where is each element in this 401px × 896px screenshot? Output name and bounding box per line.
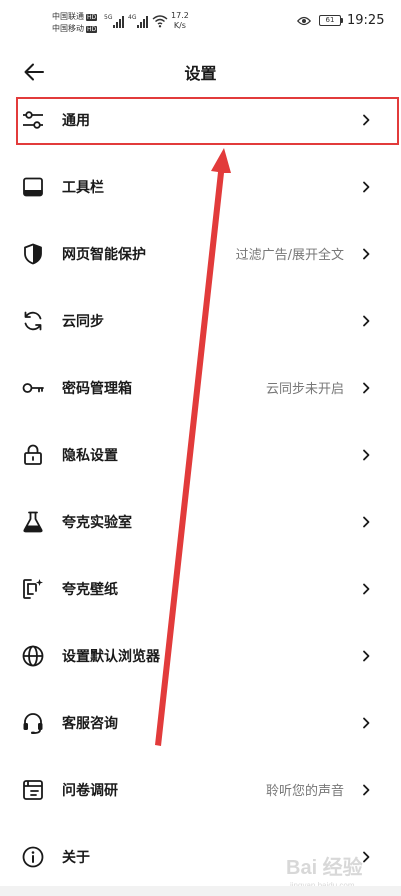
sliders-icon (23, 111, 43, 129)
headset-icon (23, 713, 43, 734)
chevron-right-icon (363, 784, 370, 796)
menu-item-label: 通用 (62, 113, 90, 129)
menu-item-survey[interactable]: 问卷调研 聆听您的声音 (0, 756, 401, 823)
hd-badge-1: HD (86, 13, 98, 21)
signal-5g-tag: 5G (104, 14, 113, 21)
menu-item-label: 问卷调研 (62, 783, 118, 799)
menu-item-cloud-sync[interactable]: 云同步 (0, 287, 401, 354)
menu-item-desc: 过滤广告/展开全文 (235, 248, 344, 263)
menu-item-about[interactable]: 关于 (0, 823, 401, 890)
info-icon (22, 846, 44, 868)
menu-item-label: 设置默认浏览器 (62, 649, 160, 665)
menu-item-label: 夸克实验室 (62, 515, 132, 531)
menu-item-label: 关于 (62, 850, 90, 866)
status-bar: 中国联通 HD 中国移动 HD 5G 4G 17.2 K/s 61 19:25 (0, 0, 401, 40)
chevron-right-icon (363, 382, 370, 394)
menu-item-label: 网页智能保护 (62, 247, 146, 263)
shield-icon (24, 243, 42, 265)
menu-item-customer-service[interactable]: 客服咨询 (0, 689, 401, 756)
network-speed-value: 17.2 (171, 11, 189, 20)
toolbar-icon (23, 177, 43, 197)
flask-icon (23, 511, 43, 533)
wallpaper-icon (23, 579, 43, 599)
menu-item-label: 隐私设置 (62, 448, 118, 464)
chevron-right-icon (363, 181, 370, 193)
network-speed: 17.2 K/s (171, 11, 189, 31)
chevron-right-icon (363, 717, 370, 729)
battery-indicator: 61 (319, 15, 343, 26)
menu-item-label: 密码管理箱 (62, 381, 132, 397)
lock-icon (24, 444, 42, 465)
menu-item-lab[interactable]: 夸克实验室 (0, 488, 401, 555)
chevron-right-icon (363, 449, 370, 461)
status-time: 19:25 (347, 13, 385, 28)
menu-item-label: 客服咨询 (62, 716, 118, 732)
network-speed-unit: K/s (173, 21, 186, 30)
chevron-right-icon (363, 248, 370, 260)
chevron-right-icon (363, 114, 370, 126)
carrier-1-name: 中国联通 (52, 12, 84, 21)
chevron-right-icon (363, 851, 370, 863)
menu-item-password-manager[interactable]: 密码管理箱 云同步未开启 (0, 354, 401, 421)
hd-badge-2: HD (86, 25, 98, 33)
page-title: 设置 (184, 64, 217, 83)
menu-item-label: 工具栏 (62, 180, 104, 196)
menu-item-default-browser[interactable]: 设置默认浏览器 (0, 622, 401, 689)
chevron-right-icon (363, 315, 370, 327)
signal-4g-icon: 4G (128, 14, 149, 28)
key-icon (22, 383, 44, 393)
chevron-right-icon (363, 650, 370, 662)
sync-icon (24, 311, 42, 331)
survey-icon (23, 780, 43, 800)
wifi-icon (152, 15, 168, 28)
menu-item-privacy[interactable]: 隐私设置 (0, 421, 401, 488)
chevron-right-icon (363, 583, 370, 595)
carrier-1: 中国联通 HD (52, 12, 98, 22)
menu-item-label: 云同步 (62, 314, 104, 330)
carrier-2: 中国移动 HD (52, 24, 98, 34)
menu-item-label: 夸克壁纸 (62, 582, 118, 598)
chevron-right-icon (363, 516, 370, 528)
menu-item-desc: 云同步未开启 (265, 382, 344, 397)
menu-item-desc: 聆听您的声音 (265, 784, 344, 799)
menu-item-toolbar[interactable]: 工具栏 (0, 153, 401, 220)
eye-icon (297, 16, 311, 26)
signal-4g-tag: 4G (128, 14, 137, 21)
menu-item-general[interactable]: 通用 (0, 86, 401, 153)
carrier-2-name: 中国移动 (52, 24, 84, 33)
settings-menu: 通用 工具栏 网页智能保护 过滤广告/展开全文 云同步 密码管理箱 云同步未开启… (0, 86, 401, 890)
bottom-strip (0, 886, 401, 896)
signal-5g-icon: 5G (104, 14, 125, 28)
menu-item-wallpaper[interactable]: 夸克壁纸 (0, 555, 401, 622)
globe-icon (22, 645, 44, 667)
menu-item-web-protection[interactable]: 网页智能保护 过滤广告/展开全文 (0, 220, 401, 287)
